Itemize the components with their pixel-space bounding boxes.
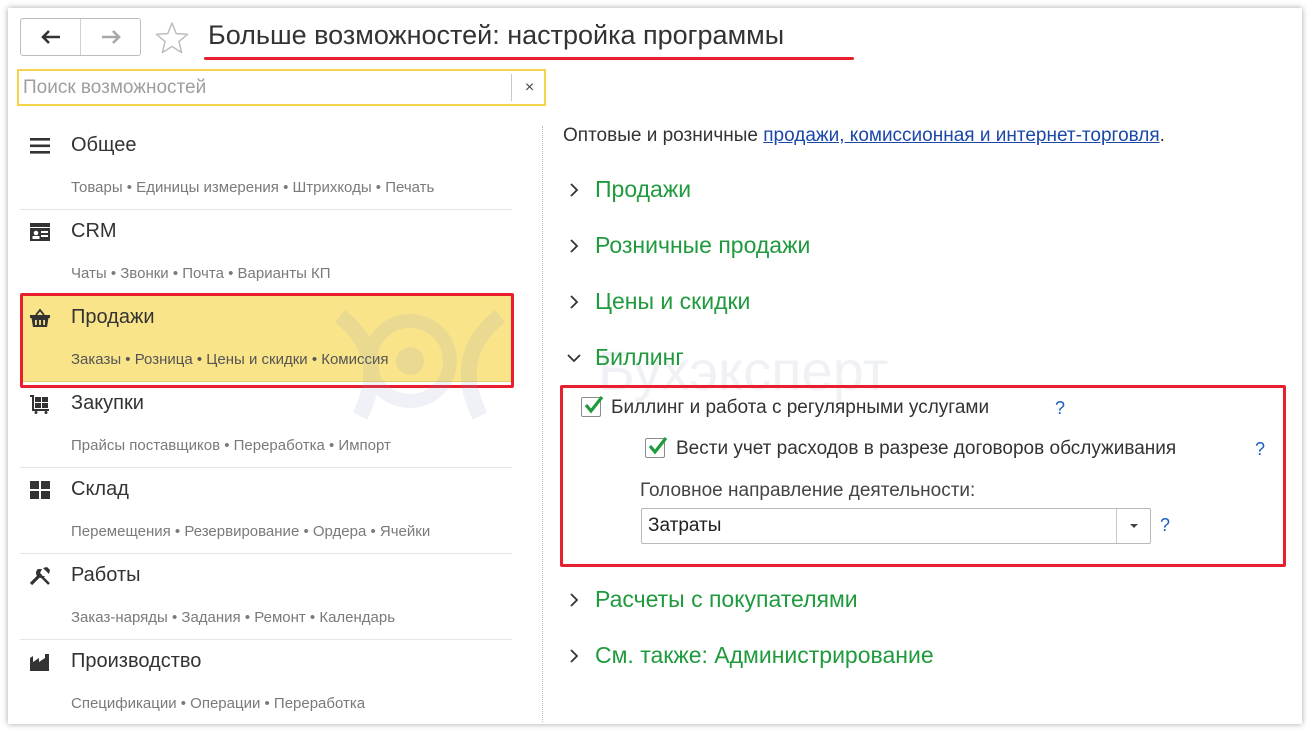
category-sales[interactable]: Продажи Заказы • Розница • Цены и скидки… bbox=[20, 296, 512, 382]
chevron-right-icon bbox=[570, 238, 579, 253]
navigation-buttons bbox=[20, 18, 141, 56]
main-activity-select[interactable]: Затраты bbox=[641, 508, 1151, 544]
checkmark-icon bbox=[648, 437, 668, 455]
factory-icon bbox=[28, 651, 52, 673]
section-label: Цены и скидки bbox=[595, 288, 751, 314]
category-subitems: Прайсы поставщиков • Переработка • Импор… bbox=[71, 437, 391, 454]
section-label: Биллинг bbox=[595, 344, 684, 370]
category-crm[interactable]: CRM Чаты • Звонки • Почта • Варианты КП bbox=[20, 210, 512, 296]
category-name: Производство bbox=[71, 650, 202, 672]
expenses-by-contract-label[interactable]: Вести учет расходов в разрезе договоров … bbox=[676, 438, 1176, 460]
main-activity-help-button[interactable]: ? bbox=[1160, 515, 1170, 536]
category-subitems: Спецификации • Операции • Переработка bbox=[71, 695, 366, 712]
category-warehouse[interactable]: Склад Перемещения • Резервирование • Орд… bbox=[20, 468, 512, 554]
billing-help-button[interactable]: ? bbox=[1055, 398, 1065, 419]
section-label: Расчеты с покупателями bbox=[595, 586, 858, 612]
contact-card-icon bbox=[28, 221, 52, 243]
title-underline-annotation bbox=[204, 57, 854, 60]
intro-link[interactable]: продажи, комиссионная и интернет-торговл… bbox=[763, 125, 1159, 146]
warehouse-icon bbox=[28, 479, 52, 501]
section-label: Розничные продажи bbox=[595, 232, 811, 258]
intro-prefix: Оптовые и розничные bbox=[563, 125, 764, 146]
basket-icon bbox=[28, 307, 52, 329]
category-subitems: Заказ-наряды • Задания • Ремонт • Календ… bbox=[71, 609, 396, 626]
arrow-right-icon bbox=[101, 30, 121, 44]
category-subitems: Чаты • Звонки • Почта • Варианты КП bbox=[71, 265, 331, 282]
chevron-right-icon bbox=[570, 648, 579, 663]
category-purchases[interactable]: Закупки Прайсы поставщиков • Переработка… bbox=[20, 382, 512, 468]
expenses-help-button[interactable]: ? bbox=[1255, 439, 1265, 460]
tools-icon bbox=[28, 565, 52, 587]
category-works[interactable]: Работы Заказ-наряды • Задания • Ремонт •… bbox=[20, 554, 512, 640]
section-prices-discounts[interactable]: Цены и скидки bbox=[566, 288, 750, 315]
billing-checkbox-label[interactable]: Биллинг и работа с регулярными услугами bbox=[611, 397, 989, 419]
section-label: Продажи bbox=[595, 176, 692, 202]
section-retail-sales[interactable]: Розничные продажи bbox=[566, 232, 810, 259]
caret-down-icon bbox=[1130, 524, 1138, 528]
chevron-right-icon bbox=[570, 592, 579, 607]
main-activity-value: Затраты bbox=[648, 515, 722, 536]
category-production[interactable]: Производство Спецификации • Операции • П… bbox=[20, 640, 512, 726]
forward-button[interactable] bbox=[81, 19, 140, 55]
chevron-down-icon bbox=[567, 353, 581, 362]
category-name: Закупки bbox=[71, 392, 144, 414]
section-see-also-administration[interactable]: См. также: Администрирование bbox=[566, 642, 934, 669]
category-subitems: Перемещения • Резервирование • Ордера • … bbox=[71, 523, 431, 540]
category-name: Работы bbox=[71, 564, 141, 586]
section-billing[interactable]: Биллинг bbox=[566, 344, 684, 371]
arrow-left-icon bbox=[40, 30, 60, 44]
search-separator bbox=[511, 74, 512, 101]
back-button[interactable] bbox=[21, 19, 81, 55]
category-list: Общее Товары • Единицы измерения • Штрих… bbox=[20, 124, 512, 726]
category-name: Общее bbox=[71, 134, 137, 156]
panel-divider bbox=[542, 126, 543, 722]
intro-text: Оптовые и розничные продажи, комиссионна… bbox=[563, 125, 1165, 147]
category-general[interactable]: Общее Товары • Единицы измерения • Штрих… bbox=[20, 124, 512, 210]
billing-checkbox[interactable] bbox=[581, 396, 604, 417]
cart-icon bbox=[28, 393, 52, 415]
category-name: Склад bbox=[71, 478, 129, 500]
clear-search-button[interactable]: × bbox=[515, 71, 544, 104]
search-box: × bbox=[17, 69, 546, 106]
section-sales[interactable]: Продажи bbox=[566, 176, 691, 203]
category-name: Продажи bbox=[71, 306, 155, 328]
chevron-right-icon bbox=[570, 294, 579, 309]
checkmark-icon bbox=[584, 396, 604, 414]
intro-suffix: . bbox=[1159, 125, 1165, 146]
main-activity-label: Головное направление деятельности: bbox=[640, 480, 976, 501]
chevron-right-icon bbox=[570, 182, 579, 197]
category-subitems: Заказы • Розница • Цены и скидки • Комис… bbox=[71, 351, 389, 368]
expenses-by-contract-checkbox[interactable] bbox=[645, 437, 668, 458]
page-title: Больше возможностей: настройка программы bbox=[208, 20, 785, 50]
search-input[interactable] bbox=[23, 71, 505, 104]
list-icon bbox=[28, 135, 52, 157]
star-icon[interactable] bbox=[155, 21, 189, 55]
section-customer-settlements[interactable]: Расчеты с покупателями bbox=[566, 586, 858, 613]
category-name: CRM bbox=[71, 220, 117, 242]
dropdown-button[interactable] bbox=[1117, 509, 1151, 543]
category-subitems: Товары • Единицы измерения • Штрихкоды •… bbox=[71, 179, 435, 196]
section-label: См. также: Администрирование bbox=[595, 642, 934, 668]
